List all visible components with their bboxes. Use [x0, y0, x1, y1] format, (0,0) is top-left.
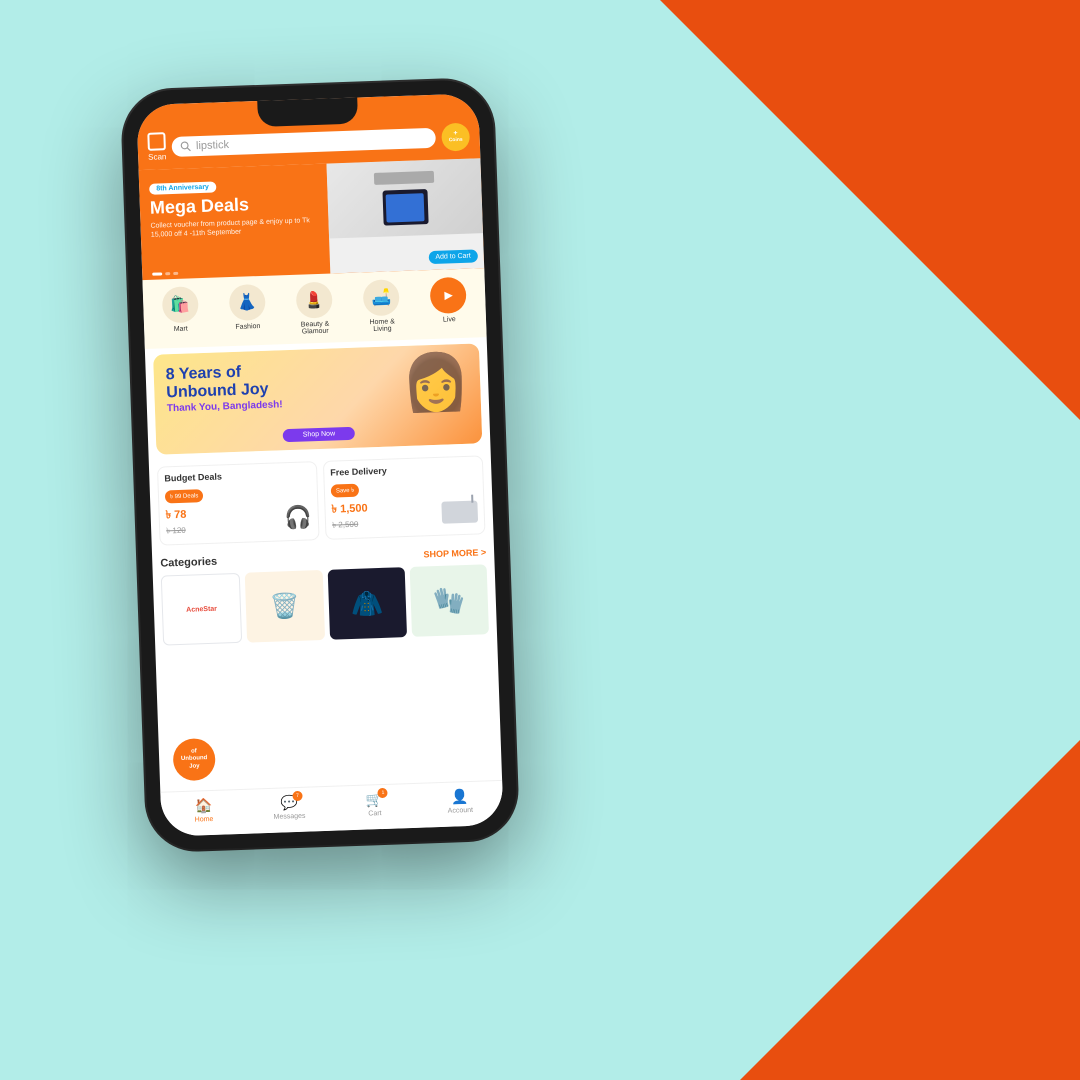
home-icon: 🛋️ — [363, 279, 400, 316]
free-delivery-price: ৳ 1,500 — [331, 499, 368, 519]
category-card-glove[interactable]: 🧤 — [409, 564, 489, 637]
cart-badge: 1 — [378, 788, 388, 798]
category-beauty[interactable]: 💄 Beauty &Glamour — [296, 281, 334, 335]
anniversary-badge: 8th Anniversary — [149, 181, 216, 194]
category-live[interactable]: ▶ Live — [430, 277, 468, 331]
categories-section: Categories SHOP MORE > AcneStar 🗑️ 🧥 — [152, 540, 497, 646]
cart-nav-label: Cart — [368, 810, 381, 817]
dot-1 — [152, 272, 162, 275]
anniversary-text: 8 Years of Unbound Joy Thank You, Bangla… — [165, 362, 282, 414]
budget-content: ৳ 78 ৳ 120 🎧 — [165, 501, 312, 538]
hero-banner: 8th Anniversary Mega Deals Collect vouch… — [139, 158, 485, 280]
categories-title: Categories — [160, 556, 217, 570]
phone-body: Scan lipstick + Coins — [122, 79, 518, 851]
account-nav-label: Account — [448, 807, 474, 815]
badge-text: ofUnboundJoy — [181, 748, 208, 770]
router-icon — [441, 501, 478, 524]
category-card-stand[interactable]: 🗑️ — [245, 570, 325, 643]
beauty-icon: 💄 — [296, 281, 333, 318]
home-label: Home &Living — [369, 318, 395, 333]
coins-label: Coins — [449, 137, 463, 143]
category-mart[interactable]: 🛍️ Mart — [161, 286, 199, 340]
nav-cart[interactable]: 🛒 1 Cart — [331, 790, 417, 819]
nav-account[interactable]: 👤 Account — [417, 787, 503, 816]
category-icons-row: 🛍️ Mart 👗 Fashion 💄 Beauty &Glamour 🛋️ H… — [142, 268, 486, 349]
budget-price: ৳ 78 — [165, 506, 186, 526]
free-delivery-card[interactable]: Free Delivery Save ৳ ৳ 1,500 ৳ 2,500 — [323, 455, 486, 540]
category-card-coat[interactable]: 🧥 — [327, 567, 407, 640]
categories-grid: AcneStar 🗑️ 🧥 🧤 — [161, 564, 489, 645]
scan-button[interactable]: Scan — [147, 132, 166, 162]
hero-product-image — [327, 158, 483, 238]
stand-emoji: 🗑️ — [269, 591, 300, 621]
scan-icon — [147, 132, 166, 151]
mart-icon: 🛍️ — [161, 286, 198, 323]
hero-left: 8th Anniversary Mega Deals Collect vouch… — [139, 164, 331, 280]
home-nav-label: Home — [195, 816, 214, 824]
free-delivery-content: ৳ 1,500 ৳ 2,500 — [331, 496, 478, 533]
budget-deals-card[interactable]: Budget Deals ৳ 99 Deals ৳ 78 ৳ 120 🎧 — [157, 461, 320, 546]
coins-button[interactable]: + Coins — [441, 122, 470, 151]
glove-emoji: 🧤 — [432, 585, 465, 617]
phone-screen: Scan lipstick + Coins — [136, 93, 503, 836]
free-delivery-title: Free Delivery — [330, 463, 476, 478]
add-to-cart-button[interactable]: Add to Cart — [428, 249, 478, 264]
live-label: Live — [443, 316, 456, 323]
fashion-label: Fashion — [235, 323, 260, 331]
person-illustration: 👩 — [401, 349, 472, 416]
hero-description: Collect voucher from product page & enjo… — [150, 216, 319, 240]
nav-messages[interactable]: 💬 7 Messages — [246, 793, 332, 822]
home-nav-icon: 🏠 — [195, 797, 213, 815]
search-text: lipstick — [196, 138, 229, 151]
screen-content: Scan lipstick + Coins — [136, 93, 503, 836]
messages-nav-label: Messages — [273, 813, 305, 821]
deals-row: Budget Deals ৳ 99 Deals ৳ 78 ৳ 120 🎧 Fre… — [149, 449, 494, 552]
search-bar[interactable]: lipstick — [172, 127, 436, 156]
category-card-pharma[interactable]: AcneStar — [161, 573, 243, 646]
nav-home[interactable]: 🏠 Home — [161, 796, 247, 825]
search-icon — [180, 140, 192, 152]
budget-deals-title: Budget Deals — [164, 468, 310, 483]
account-nav-icon: 👤 — [451, 788, 469, 806]
hero-right: Add to Cart — [327, 158, 485, 273]
messages-nav-icon: 💬 7 — [280, 794, 298, 812]
headphones-icon: 🎧 — [284, 504, 312, 531]
mart-label: Mart — [174, 326, 188, 333]
budget-old-price: ৳ 120 — [166, 525, 187, 539]
phone-mockup: Scan lipstick + Coins — [122, 79, 518, 851]
shop-more-link[interactable]: SHOP MORE > — [423, 547, 486, 559]
category-home[interactable]: 🛋️ Home &Living — [363, 279, 401, 333]
shop-now-button[interactable]: Shop Now — [283, 427, 356, 443]
pharma-label: AcneStar — [186, 605, 217, 613]
category-fashion[interactable]: 👗 Fashion — [228, 284, 266, 338]
scan-label: Scan — [148, 152, 167, 162]
messages-badge: 7 — [292, 791, 302, 801]
triangle-top-right — [660, 0, 1080, 420]
fashion-icon: 👗 — [228, 284, 265, 321]
dot-2 — [165, 272, 170, 275]
joy-text: Unbound Joy — [166, 380, 282, 402]
live-icon: ▶ — [430, 277, 467, 314]
free-delivery-badge: Save ৳ — [331, 484, 360, 498]
budget-badge: ৳ 99 Deals — [165, 489, 204, 503]
anniversary-banner[interactable]: 8 Years of Unbound Joy Thank You, Bangla… — [153, 343, 482, 454]
dot-3 — [173, 272, 178, 275]
free-delivery-old-price: ৳ 2,500 — [332, 518, 368, 532]
mega-deals-title: Mega Deals — [150, 193, 319, 219]
coat-emoji: 🧥 — [350, 587, 383, 619]
phone-notch — [257, 97, 358, 126]
beauty-label: Beauty &Glamour — [301, 321, 330, 336]
cart-nav-icon: 🛒 1 — [365, 791, 383, 809]
